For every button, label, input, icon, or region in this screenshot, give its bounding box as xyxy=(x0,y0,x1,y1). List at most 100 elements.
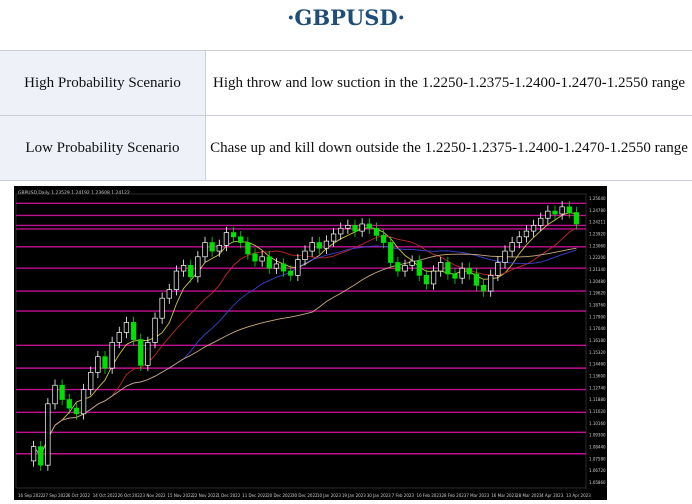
candle-body xyxy=(317,243,322,249)
scenario-table: High Probability Scenario High throw and… xyxy=(0,50,692,181)
candle-body xyxy=(481,285,486,291)
date-axis-label: 30 Jan 2023 xyxy=(367,493,391,498)
date-axis-label: 28 Feb 2023 xyxy=(441,493,466,498)
candle-body xyxy=(374,228,379,235)
candle-body xyxy=(438,263,443,272)
price-axis-label: 1.10160 xyxy=(589,421,606,426)
candle-body xyxy=(217,245,222,251)
candle-body xyxy=(88,372,93,389)
candle-body xyxy=(103,357,108,368)
price-axis-label: 1.23920 xyxy=(589,232,606,237)
candle-body xyxy=(446,263,451,274)
price-axis-label: 1.06720 xyxy=(589,468,606,473)
date-axis-label: 1 Dec 2022 xyxy=(217,493,240,498)
candle-body xyxy=(546,211,551,218)
candle-body xyxy=(138,340,143,366)
page-title: ·GBPUSD· xyxy=(0,0,692,36)
date-axis-label: 14 Oct 2022 xyxy=(93,493,118,498)
candle-body xyxy=(553,211,558,214)
candle-body xyxy=(431,271,436,284)
candle-body xyxy=(117,332,122,342)
candle-body xyxy=(53,385,58,404)
date-axis-label: 19 Jan 2023 xyxy=(342,493,366,498)
price-axis-label: 1.11020 xyxy=(589,409,606,414)
candle-body xyxy=(203,243,208,257)
candle-body xyxy=(496,263,501,276)
candle-body xyxy=(303,251,308,260)
candle-body xyxy=(146,342,151,365)
date-axis-label: 13 Apr 2023 xyxy=(566,493,591,498)
candle-body xyxy=(38,447,43,466)
date-axis-label: 15 Nov 2022 xyxy=(167,493,193,498)
date-axis-label: 7 Feb 2023 xyxy=(392,493,415,498)
ma-long-line xyxy=(34,248,577,456)
candle-body xyxy=(231,233,236,237)
price-axis-label: 1.15320 xyxy=(589,350,606,355)
chart-svg: GBPUSD,Daily 1.23529 1.24192 1.23608 1.2… xyxy=(14,186,607,500)
date-axis-label: 6 Oct 2022 xyxy=(68,493,91,498)
price-axis-label: 1.25640 xyxy=(589,196,606,201)
candle-body xyxy=(567,207,572,213)
candle-body xyxy=(503,251,508,262)
price-axis-label: 1.24780 xyxy=(589,208,606,213)
candle-body xyxy=(210,243,215,252)
table-row: Low Probability Scenario Chase up and ki… xyxy=(0,116,692,181)
candle-body xyxy=(46,404,51,465)
candle-body xyxy=(31,447,36,461)
candle-body xyxy=(267,257,272,268)
ma-slow-line xyxy=(34,246,577,456)
price-axis-label: 1.11880 xyxy=(589,397,606,402)
candle-body xyxy=(353,225,358,231)
price-axis-label: 1.07580 xyxy=(589,456,606,461)
date-axis-label: 3 Nov 2022 xyxy=(143,493,167,498)
candle-body xyxy=(524,231,529,237)
price-axis-label: 1.14460 xyxy=(589,362,606,367)
candle-body xyxy=(410,261,415,265)
price-axis-label: 1.08440 xyxy=(589,445,606,450)
candle-body xyxy=(288,271,293,275)
scenario-text: High throw and low suction in the 1.2250… xyxy=(206,51,692,116)
candle-body xyxy=(517,237,522,243)
candle-body xyxy=(367,224,372,228)
candle-body xyxy=(167,290,172,299)
price-axis-label: 1.24211 xyxy=(589,220,606,225)
candle-body xyxy=(538,218,543,225)
price-axis-label: 1.17040 xyxy=(589,326,606,331)
candle-body xyxy=(417,261,422,275)
candle-body xyxy=(238,237,243,243)
date-axis-label: 10 Jan 2023 xyxy=(317,493,341,498)
candle-body xyxy=(531,225,536,231)
table-row: High Probability Scenario High throw and… xyxy=(0,51,692,116)
candle-body xyxy=(246,243,251,254)
candle-body xyxy=(60,385,65,399)
price-axis-label: 1.05860 xyxy=(589,480,606,485)
price-axis-label: 1.19620 xyxy=(589,291,606,296)
price-axis-label: 1.21340 xyxy=(589,267,606,272)
candle-body xyxy=(338,228,343,234)
date-axis-label: 16 Mar 2023 xyxy=(491,493,517,498)
candle-body xyxy=(560,207,565,214)
scenario-label: Low Probability Scenario xyxy=(0,116,206,181)
price-chart: GBPUSD,Daily 1.23529 1.24192 1.23608 1.2… xyxy=(14,186,607,500)
candle-body xyxy=(331,234,336,241)
candle-body xyxy=(188,265,193,276)
candle-body xyxy=(160,298,165,318)
candle-body xyxy=(388,243,393,263)
candle-body xyxy=(474,274,479,285)
date-axis-label: 20 Dec 2022 xyxy=(267,493,293,498)
candle-body xyxy=(67,400,72,409)
candle-body xyxy=(467,268,472,274)
candle-body xyxy=(403,265,408,271)
candle-body xyxy=(381,235,386,242)
date-axis-label: 4 Apr 2023 xyxy=(541,493,564,498)
price-axis-label: 1.12740 xyxy=(589,385,606,390)
candle-body xyxy=(131,322,136,339)
price-axis-label: 1.22200 xyxy=(589,255,606,260)
scenario-text: Chase up and kill down outside the 1.225… xyxy=(206,116,692,181)
candle-body xyxy=(81,390,86,414)
candle-body xyxy=(153,318,158,342)
candle-body xyxy=(346,225,351,228)
candle-body xyxy=(453,274,458,278)
candle-body xyxy=(310,243,315,252)
candle-body xyxy=(74,408,79,414)
